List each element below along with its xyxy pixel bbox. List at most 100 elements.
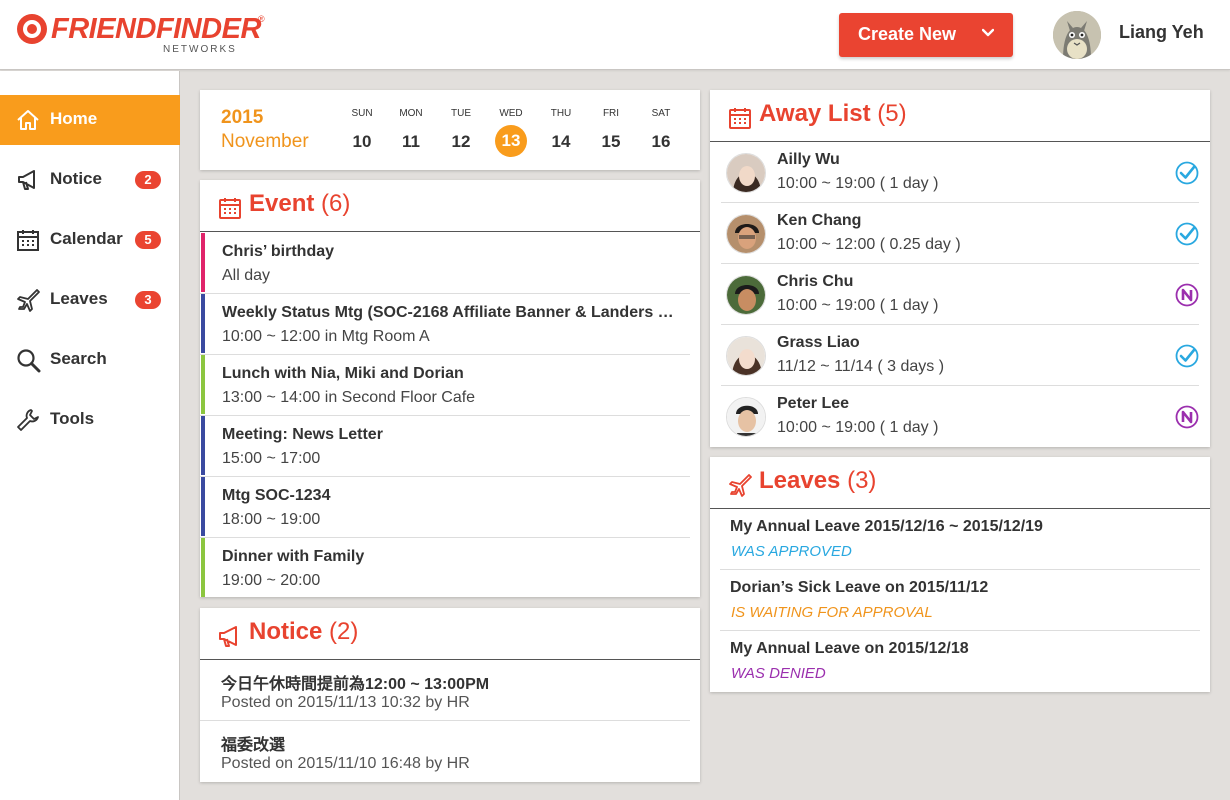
top-header: FRIENDFINDER ® NETWORKS Create New Liang… [0,0,1230,70]
day-number-today: 13 [495,125,527,157]
leave-status-approved: WAS APPROVED [731,543,852,560]
away-item[interactable]: Peter Lee 10:00 ~ 19:00 ( 1 day ) [721,386,1199,447]
event-item-time: 10:00 ~ 12:00 in Mtg Room A [222,328,430,345]
event-item-title: Lunch with Nia, Miki and Dorian [222,365,464,382]
event-item-title: Weekly Status Mtg (SOC-2168 Affiliate Ba… [222,304,678,321]
leave-item[interactable]: Dorian’s Sick Leave on 2015/11/12 IS WAI… [720,570,1200,631]
calendar-icon [729,108,751,129]
sidebar-item-leaves[interactable]: Leaves 3 [0,275,180,325]
event-color-bar [201,294,205,353]
user-avatar[interactable] [1053,11,1101,59]
megaphone-icon [219,626,237,647]
day-name: THU [550,108,572,119]
day-name: TUE [451,108,471,119]
away-person-time: 10:00 ~ 12:00 ( 0.25 day ) [777,236,961,253]
sidebar-item-label: Search [50,349,107,368]
notice-panel: Notice (2) 今日午休時間提前為12:00 ~ 13:00PM Post… [200,608,700,782]
home-icon [17,110,39,130]
notice-item[interactable]: 福委改選 Posted on 2015/11/10 16:48 by HR [200,721,690,782]
away-person-name: Grass Liao [777,334,860,351]
notice-item-title: 今日午休時間提前為12:00 ~ 13:00PM [221,676,490,693]
day-name: SAT [651,108,671,119]
away-person-time: 11/12 ~ 11/14 ( 3 days ) [777,358,945,375]
day-wed-today[interactable]: WED 13 [491,108,531,157]
day-number: 12 [451,132,471,151]
event-item[interactable]: Lunch with Nia, Miki and Dorian 13:00 ~ … [200,355,690,416]
sidebar-item-search[interactable]: Search [0,335,180,385]
create-new-label: Create New [858,24,957,44]
logo-text: FRIENDFINDER [51,13,261,45]
notice-item[interactable]: 今日午休時間提前為12:00 ~ 13:00PM Posted on 2015/… [200,660,690,721]
sidebar-item-calendar[interactable]: Calendar 5 [0,215,180,265]
leaves-count-badge: 3 [135,291,161,309]
approved-check-icon [1175,344,1199,368]
leave-item[interactable]: My Annual Leave 2015/12/16 ~ 2015/12/19 … [720,509,1200,570]
notice-title-label: Notice [249,618,323,645]
event-color-bar [201,355,205,414]
current-year: 2015 [221,107,264,128]
notice-item-posted: Posted on 2015/11/10 16:48 by HR [221,755,470,772]
day-sat[interactable]: SAT 16 [641,108,681,157]
event-item[interactable]: Weekly Status Mtg (SOC-2168 Affiliate Ba… [200,294,690,355]
event-item-time: 19:00 ~ 20:00 [222,572,321,589]
notice-item-posted: Posted on 2015/11/13 10:32 by HR [221,694,470,711]
notice-item-title: 福委改選 [221,737,286,754]
leave-status-denied: WAS DENIED [731,665,826,682]
away-person-name: Ken Chang [777,212,862,229]
week-date-strip: 2015 November SUN 10 MON 11 TUE 12 WED 13 TH… [200,90,700,170]
event-item-title: Dinner with Family [222,548,365,565]
leave-item-title: Dorian’s Sick Leave on 2015/11/12 [730,579,989,596]
day-mon[interactable]: MON 11 [391,108,431,157]
day-tue[interactable]: TUE 12 [441,108,481,157]
leave-item[interactable]: My Annual Leave on 2015/12/18 WAS DENIED [720,631,1200,692]
day-name: MON [399,108,423,119]
event-item[interactable]: Dinner with Family 19:00 ~ 20:00 [200,538,690,599]
logo-mark-icon [17,14,47,44]
day-number: 16 [651,132,671,151]
create-new-button[interactable]: Create New [839,13,1013,57]
event-title-label: Event [249,190,315,217]
day-number: 10 [352,132,372,151]
leave-item-title: My Annual Leave 2015/12/16 ~ 2015/12/19 [730,518,1043,535]
search-icon [17,349,41,373]
event-item[interactable]: Mtg SOC-1234 18:00 ~ 19:00 [200,477,690,538]
megaphone-icon [18,170,35,190]
sidebar-item-notice[interactable]: Notice 2 [0,155,180,205]
logo-registered-mark: ® [258,14,265,24]
away-person-name: Chris Chu [777,273,854,290]
company-logo[interactable]: FRIENDFINDER ® NETWORKS [17,12,265,56]
sidebar-item-home[interactable]: Home [0,95,180,145]
day-number: 11 [402,132,420,151]
avatar [726,153,766,193]
current-month: November [221,131,309,152]
day-sun[interactable]: SUN 10 [342,108,382,157]
event-item[interactable]: Meeting: News Letter 15:00 ~ 17:00 [200,416,690,477]
away-person-time: 10:00 ~ 19:00 ( 1 day ) [777,297,939,314]
event-item[interactable]: Chris’ birthday All day [200,233,690,294]
day-thu[interactable]: THU 14 [541,108,581,157]
n-status-icon [1175,405,1199,429]
event-color-bar [201,233,205,292]
day-number: 15 [601,132,621,151]
away-item[interactable]: Grass Liao 11/12 ~ 11/14 ( 3 days ) [721,325,1199,386]
n-status-icon [1175,283,1199,307]
sidebar-item-label: Tools [50,409,95,428]
avatar [726,214,766,254]
event-item-title: Meeting: News Letter [222,426,383,443]
user-name[interactable]: Liang Yeh [1119,22,1204,43]
sidebar-item-tools[interactable]: Tools [0,395,180,445]
event-item-time: All day [222,267,271,284]
away-person-time: 10:00 ~ 19:00 ( 1 day ) [777,175,939,192]
day-name: WED [499,108,523,119]
event-item-time: 15:00 ~ 17:00 [222,450,321,467]
day-number: 14 [551,132,571,151]
away-item[interactable]: Chris Chu 10:00 ~ 19:00 ( 1 day ) [721,264,1199,325]
away-item[interactable]: Ailly Wu 10:00 ~ 19:00 ( 1 day ) [721,142,1199,203]
day-fri[interactable]: FRI 15 [591,108,631,157]
event-panel: Event (6) Chris’ birthday All day Weekly… [200,180,700,597]
away-item[interactable]: Ken Chang 10:00 ~ 12:00 ( 0.25 day ) [721,203,1199,264]
approved-check-icon [1175,161,1199,185]
sidebar-item-label: Home [50,109,98,128]
airplane-icon [17,289,40,312]
day-name: FRI [602,108,620,119]
